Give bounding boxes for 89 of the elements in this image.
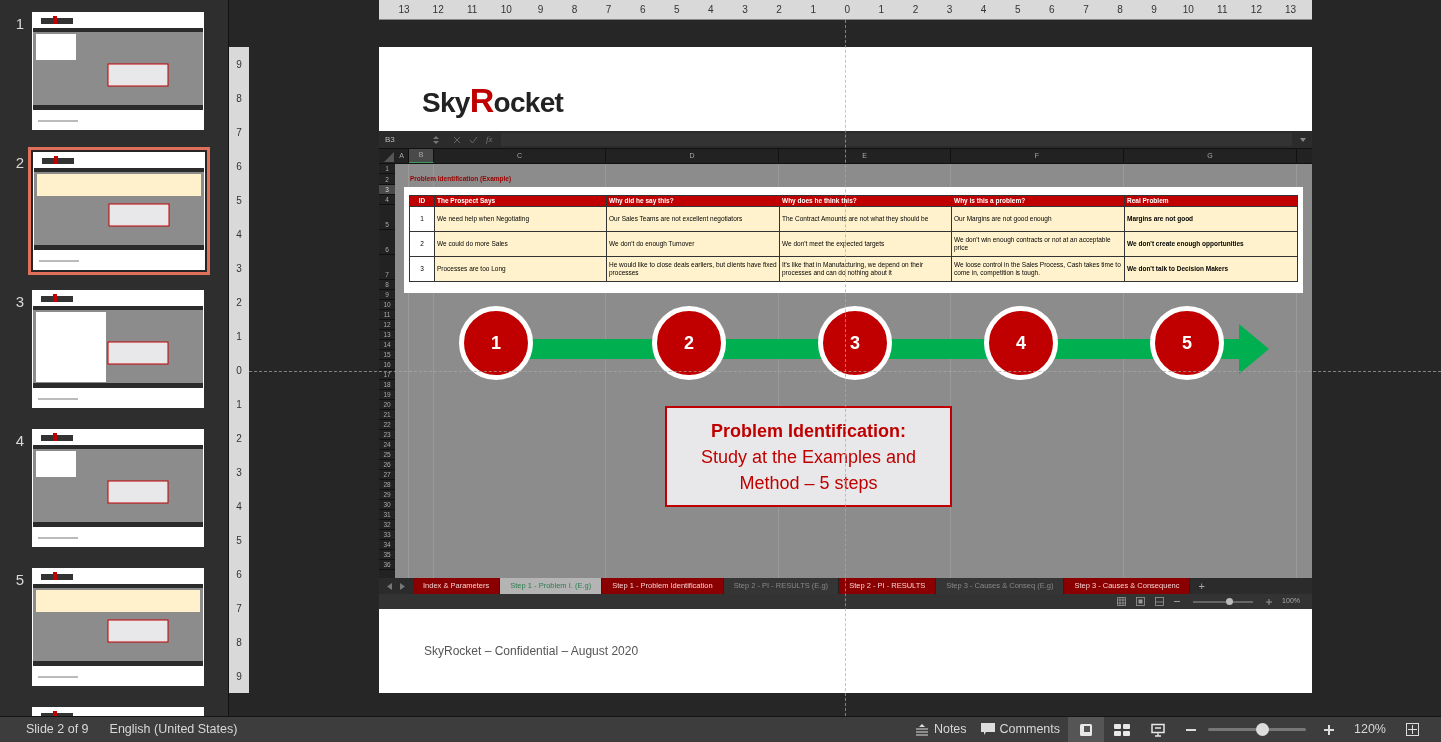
zoom-reading: 120% [1354,721,1386,739]
ruler-number: 1 [235,329,243,344]
callout-title: Problem Identification: [711,419,906,443]
notes-button[interactable]: Notes [908,720,973,739]
add-sheet-button[interactable]: + [1190,577,1213,595]
page-break-icon[interactable] [1155,597,1165,606]
caret-icon[interactable] [1300,137,1306,142]
page-layout-icon[interactable] [1136,597,1146,606]
ruler-number: 3 [235,261,243,276]
ruler-number: 1 [877,3,886,17]
normal-view-icon [1079,722,1093,737]
ruler-number: 5 [235,533,243,548]
previous-icon[interactable] [387,582,392,590]
ruler-number: 1 [235,397,243,412]
slide-number: 1 [14,14,24,34]
plus-icon[interactable] [1266,598,1273,605]
ruler-number: 10 [1181,3,1195,17]
comments-button[interactable]: Comments [972,720,1068,739]
stepper-icon[interactable] [433,134,439,145]
ruler-number: 7 [235,125,243,140]
ruler-number: 4 [235,227,243,242]
notes-icon [914,723,929,736]
ruler-number: 13 [1283,3,1298,17]
ruler-number: 7 [604,3,613,17]
ruler-number: 0 [843,3,852,17]
ruler-number: 5 [673,3,681,17]
ruler-number: 4 [707,3,715,17]
ruler-number: 12 [1249,3,1263,17]
ruler-number: 8 [570,3,579,17]
presentation-icon [1151,722,1165,737]
ruler-number: 13 [397,3,411,17]
callout-text: Study at the Examples and Method – 5 steps [699,445,918,495]
view-button[interactable] [1068,717,1104,742]
ruler-number: 6 [235,159,243,174]
zoom-thumb[interactable] [1255,723,1269,736]
grid-view-icon[interactable] [1117,597,1127,606]
ruler-number: 12 [431,3,445,17]
ruler-number: 7 [235,601,243,616]
next-icon[interactable] [400,582,405,590]
ruler-number: 9 [235,57,243,72]
ruler-number: 5 [1013,3,1022,17]
ruler-number: 8 [235,91,243,106]
minus-icon[interactable] [1186,728,1196,731]
ruler-number: 8 [1116,3,1124,17]
slide-number: 2 [14,153,24,173]
ruler-number: 0 [235,363,243,378]
ruler-number: 11 [466,3,479,17]
ruler-number: 9 [536,3,545,17]
ruler-number: 2 [235,431,243,446]
slide-indicator: Slide 2 of 9 [26,721,89,739]
ruler-number: 5 [235,193,243,208]
slide-thumbnail[interactable] [32,429,204,547]
check-icon[interactable] [469,135,478,144]
ruler-number: 4 [979,3,988,17]
logo: SkyRocket [422,83,564,117]
slide-number: 5 [14,570,24,590]
ruler-number: 9 [235,669,243,684]
slide-number: 3 [14,292,24,312]
name-box[interactable]: B3 [385,133,425,146]
ruler-number: 2 [235,295,243,310]
ruler-number: 9 [1150,3,1158,17]
slide-thumbnail[interactable] [32,290,204,408]
ruler-number: 4 [235,499,243,514]
comment-icon [980,723,995,736]
ruler-number: 6 [638,3,647,17]
language-indicator[interactable]: English (United States) [109,720,238,739]
ruler-number: 10 [499,3,513,17]
ruler-number: 2 [775,3,783,17]
ruler-number: 3 [945,3,954,17]
grid-view-icon [1114,723,1130,736]
ruler-number: 2 [911,3,920,17]
zoom-thumb[interactable] [1226,597,1234,605]
slide-thumbnail[interactable] [28,147,210,275]
ruler-number: 6 [235,567,243,582]
ruler-number: 7 [1082,3,1090,17]
formula-field[interactable] [500,133,1292,146]
ruler-number: 3 [235,465,243,480]
minus-icon[interactable] [1174,600,1181,603]
ruler-number: 6 [1048,3,1056,17]
ruler-number: 1 [809,3,817,17]
slide-thumbnail[interactable] [32,12,204,130]
ruler-number: 8 [235,635,243,650]
ruler-number: 3 [741,3,749,17]
slide-thumbnail[interactable] [32,568,204,686]
fit-to-window-icon[interactable] [1406,723,1419,736]
ruler-number: 11 [1216,3,1229,17]
close-icon[interactable] [453,135,461,144]
slide-number: 4 [14,431,24,451]
slide-footer: SkyRocket – Confidential – August 2020 [424,642,639,660]
